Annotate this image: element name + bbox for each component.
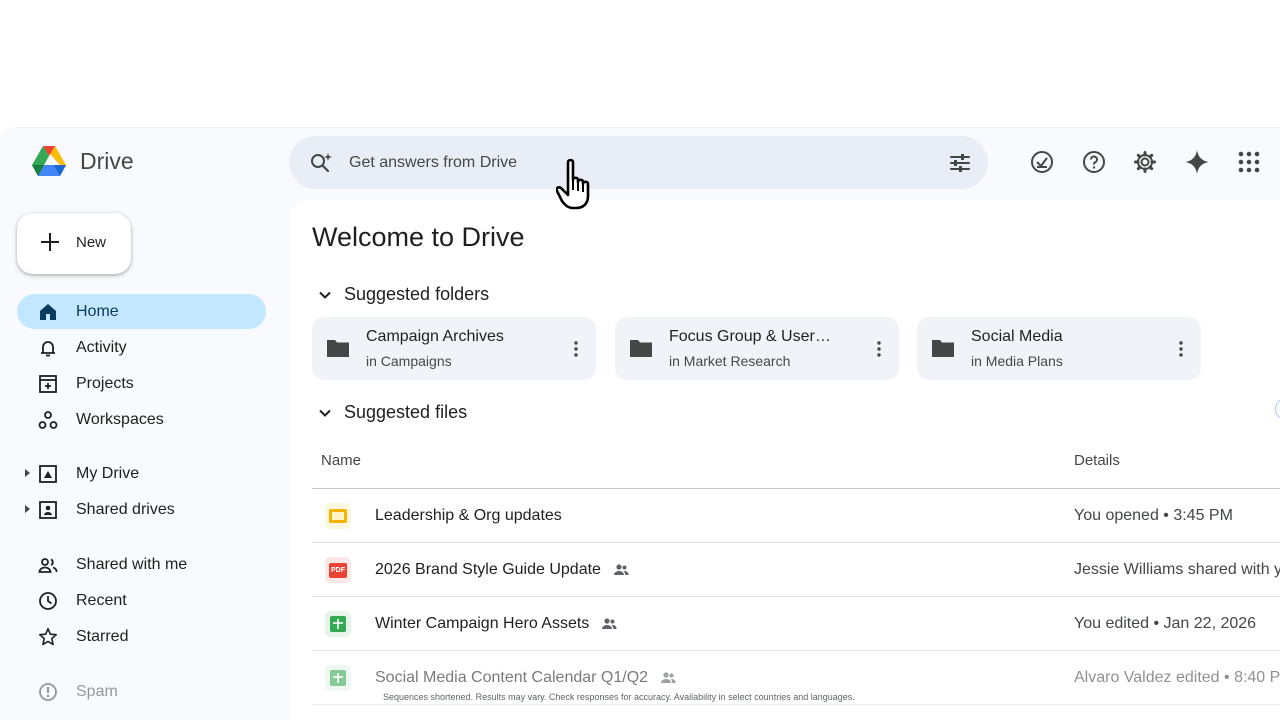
folder-card[interactable]: Campaign Archives in Campaigns xyxy=(312,317,596,380)
suggested-files-header[interactable]: Suggested files xyxy=(318,402,467,423)
file-name-wrap: Winter Campaign Hero Assets xyxy=(375,597,617,651)
disclaimer-text: Sequences shortened. Results may vary. C… xyxy=(383,692,855,702)
sidebar-item-label: Activity xyxy=(76,339,127,356)
search-bar[interactable]: Get answers from Drive xyxy=(289,136,988,189)
my-drive-icon xyxy=(39,465,57,483)
drive-logo-icon xyxy=(32,146,66,176)
sidebar-item-label: Projects xyxy=(76,375,134,392)
folder-name: Focus Group & User… xyxy=(669,328,831,345)
column-header-details[interactable]: Details xyxy=(1074,452,1120,469)
expand-caret-icon[interactable] xyxy=(25,505,30,513)
drive-logo[interactable]: Drive xyxy=(32,146,134,176)
folder-location: in Media Plans xyxy=(971,353,1063,369)
folder-location: in Campaigns xyxy=(366,353,452,369)
folder-icon xyxy=(630,340,652,357)
hand-pointer-cursor-icon xyxy=(556,158,590,210)
ready-for-offline-icon[interactable] xyxy=(1029,149,1055,175)
sidebar-item-shared-with-me[interactable]: Shared with me xyxy=(17,547,266,582)
shared-people-icon xyxy=(613,564,629,575)
search-input[interactable]: Get answers from Drive xyxy=(349,136,517,189)
table-row[interactable]: Winter Campaign Hero Assets You edited •… xyxy=(312,597,1280,651)
sidebar-item-label: Home xyxy=(76,303,119,320)
shared-people-icon xyxy=(602,618,617,629)
sidebar-item-label: Recent xyxy=(76,592,127,609)
drive-app-window: Drive Get answers from Drive New Home Ac… xyxy=(0,127,1280,720)
file-detail: You opened • 3:45 PM xyxy=(1074,507,1233,524)
pdf-icon: PDF xyxy=(325,557,351,583)
plus-icon xyxy=(41,233,59,251)
suggested-folders-header[interactable]: Suggested folders xyxy=(318,284,489,305)
more-vert-icon[interactable] xyxy=(877,341,881,357)
sheets-icon xyxy=(325,665,351,691)
folder-icon xyxy=(932,340,954,357)
clock-icon xyxy=(39,592,57,610)
sidebar-item-my-drive[interactable]: My Drive xyxy=(17,456,266,491)
app-title: Drive xyxy=(80,147,134,174)
column-header-name[interactable]: Name xyxy=(321,452,361,469)
sidebar-item-home[interactable]: Home xyxy=(17,294,266,329)
sidebar-item-label: My Drive xyxy=(76,465,140,482)
home-icon xyxy=(40,304,56,320)
file-name: 2026 Brand Style Guide Update xyxy=(375,561,601,578)
search-options-icon[interactable] xyxy=(948,151,972,175)
spam-icon xyxy=(39,683,57,701)
slides-icon xyxy=(325,503,351,529)
table-row[interactable]: Leadership & Org updates You opened • 3:… xyxy=(312,489,1280,543)
chevron-down-icon[interactable] xyxy=(318,406,332,420)
sidebar-item-spam[interactable]: Spam xyxy=(17,674,266,709)
search-spark-icon xyxy=(311,153,332,173)
folder-location: in Market Research xyxy=(669,353,791,369)
people-icon xyxy=(38,558,58,573)
workspaces-icon xyxy=(38,411,58,429)
more-vert-icon[interactable] xyxy=(1179,341,1183,357)
sidebar-item-projects[interactable]: Projects xyxy=(17,366,266,401)
new-button[interactable]: New xyxy=(17,213,131,274)
main-content: Welcome to Drive Suggested folders Campa… xyxy=(290,200,1280,720)
sidebar-item-label: Workspaces xyxy=(76,411,164,428)
sheets-icon xyxy=(325,611,351,637)
file-name-wrap: 2026 Brand Style Guide Update xyxy=(375,543,629,597)
shared-people-icon xyxy=(661,672,676,683)
file-name: Winter Campaign Hero Assets xyxy=(375,615,590,632)
sidebar-item-recent[interactable]: Recent xyxy=(17,583,266,618)
bell-icon xyxy=(41,341,55,357)
folder-icon xyxy=(327,340,349,357)
file-name: Leadership & Org updates xyxy=(375,507,562,524)
page-title: Welcome to Drive xyxy=(312,222,525,252)
sidebar-item-label: Spam xyxy=(76,683,118,700)
settings-icon[interactable] xyxy=(1132,149,1158,175)
expand-caret-icon[interactable] xyxy=(25,469,30,477)
more-vert-icon[interactable] xyxy=(574,341,578,357)
sidebar-item-starred[interactable]: Starred xyxy=(17,619,266,654)
folder-name: Campaign Archives xyxy=(366,328,504,345)
sidebar-item-workspaces[interactable]: Workspaces xyxy=(17,402,266,437)
sidebar-item-label: Shared drives xyxy=(76,501,175,518)
sidebar-item-label: Starred xyxy=(76,628,129,645)
star-icon xyxy=(39,628,57,646)
folder-card[interactable]: Focus Group & User… in Market Research xyxy=(615,317,899,380)
file-detail: Jessie Williams shared with y xyxy=(1074,561,1280,578)
chevron-down-icon[interactable] xyxy=(318,288,332,302)
section-title: Suggested files xyxy=(344,402,468,422)
help-icon[interactable] xyxy=(1081,149,1107,175)
file-name: Social Media Content Calendar Q1/Q2 xyxy=(375,669,649,686)
section-title: Suggested folders xyxy=(344,284,490,304)
folder-name: Social Media xyxy=(971,328,1063,345)
new-button-label: New xyxy=(76,234,107,251)
file-detail: You edited • Jan 22, 2026 xyxy=(1074,615,1257,632)
apps-grid-icon[interactable] xyxy=(1236,149,1262,175)
pdf-badge: PDF xyxy=(329,562,347,578)
file-detail: Alvaro Valdez edited • 8:40 P xyxy=(1074,669,1280,686)
projects-icon xyxy=(39,375,57,393)
shared-drives-icon xyxy=(39,501,57,519)
sidebar-item-activity[interactable]: Activity xyxy=(17,330,266,365)
folder-card[interactable]: Social Media in Media Plans xyxy=(917,317,1201,380)
table-row[interactable]: PDF 2026 Brand Style Guide Update Jessie… xyxy=(312,543,1280,597)
gemini-icon[interactable] xyxy=(1184,149,1210,175)
sidebar-item-shared-drives[interactable]: Shared drives xyxy=(17,492,266,527)
sidebar-item-label: Shared with me xyxy=(76,556,188,573)
